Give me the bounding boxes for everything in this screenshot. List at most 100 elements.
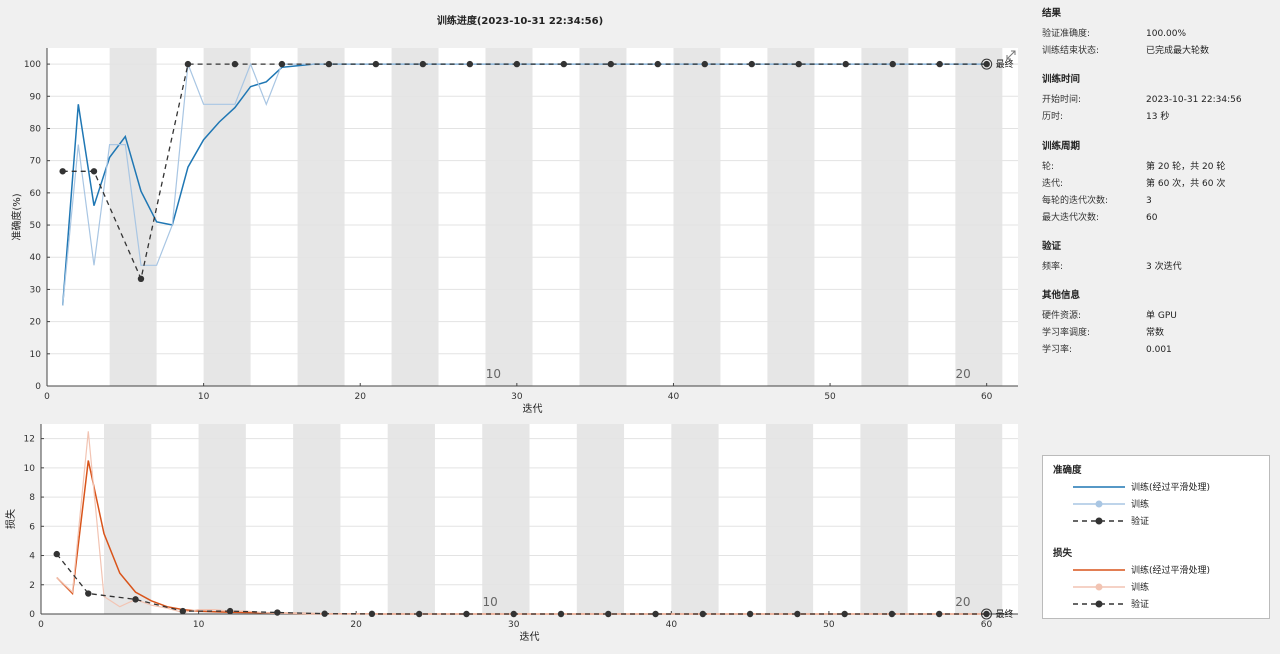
legend-item: 训练 [1043,495,1269,512]
info-row: 轮: 第 20 轮，共 20 轮 [1036,159,1280,176]
x-tick-label: 50 [823,620,835,630]
info-value: 第 20 轮，共 20 轮 [1146,161,1226,172]
data-point [510,610,517,618]
y-tick-label: 2 [29,581,35,591]
info-section: 其他信息 硬件资源: 单 GPU 学习率调度: 常数 学习率: 0.001 [1036,282,1280,359]
legend-item: 训练 [1043,578,1269,595]
info-section: 训练时间开始时间: 2023-10-31 22:34:56 历时: 13 秒 [1036,66,1280,126]
legend-swatch [1073,485,1125,488]
info-key: 学习率: [1042,345,1073,356]
y-tick-label: 8 [29,493,35,503]
info-key: 训练结束状态: [1042,46,1100,56]
data-point [179,607,187,615]
y-tick-label: 10 [24,464,36,474]
data-point [132,596,139,603]
data-point [746,610,754,618]
data-point [936,610,943,618]
info-section-title: 训练时间 [1042,74,1081,86]
legend-marker [1095,517,1103,524]
y-tick-label: 6 [29,522,35,532]
legend-item: 验证 [1043,512,1269,529]
info-value: 已完成最大轮数 [1146,46,1210,56]
legend-label: 训练 [1131,583,1150,593]
legend: 准确度 训练(经过平滑处理) 训练 验证 损失 训练(经过平滑处理) 训练 验证 [1042,455,1270,619]
epoch-band [765,424,814,614]
info-value: 第 60 次，共 60 次 [1146,178,1226,189]
epoch-band [293,424,341,614]
legend-swatch [1073,500,1125,507]
info-value: 3 [1146,195,1152,206]
data-point [557,610,565,618]
epoch-band [860,424,908,614]
loss-chart: 0 2 4 6 8 10 12 0 10 20 30 40 50 60 10 20 迭代 损失最终 [4,424,1018,643]
y-axis-label: 损失 [4,509,17,529]
data-point [794,610,801,618]
legend-marker [1095,583,1103,590]
info-row: 每轮的迭代次数: 3 [1036,193,1280,210]
info-value: 2023-10-31 22:34:56 [1146,95,1242,106]
data-point [983,610,990,618]
data-point [53,550,60,558]
data-point [274,609,281,616]
data-point [415,610,423,618]
data-point [699,610,707,618]
info-value: 单 GPU [1146,311,1177,322]
info-value: 3 次迭代 [1146,262,1182,273]
legend-label: 验证 [1131,517,1150,527]
info-row: 开始时间: 2023-10-31 22:34:56 [1036,93,1280,110]
x-tick-label: 30 [508,620,520,630]
info-section-title: 验证 [1042,241,1062,253]
info-row: 最大迭代次数: 60 [1036,210,1280,227]
data-point [841,610,848,618]
final-label: 最终 [995,608,1013,620]
legend-label: 训练 [1131,500,1150,510]
info-section: 结果 验证准确度: 100.00% 训练结束状态: 已完成最大轮数 [1036,0,1280,60]
info-row: 频率: 3 次迭代 [1036,259,1280,276]
x-tick-label: 10 [193,620,205,630]
x-tick-label: 0 [38,620,44,630]
info-key: 开始时间: [1042,95,1082,106]
x-tick-label: 40 [666,620,678,630]
info-key: 硬件资源: [1042,311,1082,322]
y-tick-label: 0 [29,610,35,620]
epoch-band [482,424,530,614]
info-row: 历时: 13 秒 [1036,110,1280,127]
data-point [605,610,612,618]
x-tick-label: 20 [350,620,362,630]
info-row: 学习率调度: 常数 [1036,326,1280,343]
legend-group-title: 准确度 [1053,465,1082,476]
legend-marker [1095,500,1103,507]
info-key: 最大迭代次数: [1042,212,1100,223]
epoch-band [576,424,625,614]
x-axis-label: 迭代 [520,631,540,643]
info-value: 60 [1146,212,1158,223]
info-key: 迭代: [1042,178,1064,189]
epoch-band [954,424,1003,614]
info-key: 轮: [1042,161,1055,172]
info-key: 每轮的迭代次数: [1042,195,1109,206]
y-tick-label: 4 [29,552,35,562]
info-section: 验证频率: 3 次迭代 [1036,233,1280,276]
legend-swatch [1073,517,1125,524]
info-value: 13 秒 [1146,112,1170,123]
plot-area: 训练进度(2023-10-31 22:34:56) 0 10 20 30 40 50 60 7… [0,0,1030,654]
x-tick-label: 60 [981,620,993,630]
info-row: 学习率: 0.001 [1036,343,1280,360]
epoch-band [671,424,719,614]
epoch-label: 20 [955,595,970,609]
legend-item: 训练(经过平滑处理) [1043,561,1269,578]
epoch-label: 10 [482,595,497,609]
training-info-panel: 结果 验证准确度: 100.00% 训练结束状态: 已完成最大轮数 训练时间 开始时间: 20… [1036,0,1280,440]
info-value: 0.001 [1146,345,1172,356]
data-point [652,610,659,618]
info-row: 迭代: 第 60 次，共 60 次 [1036,176,1280,193]
legend-label: 验证 [1131,600,1150,610]
legend-item: 训练(经过平滑处理) [1043,478,1269,495]
data-point [463,610,470,618]
info-value: 常数 [1146,328,1165,339]
data-point [85,590,92,597]
info-value: 100.00% [1146,29,1187,39]
epoch-band [387,424,435,614]
data-point [888,610,896,618]
data-point [321,610,328,617]
